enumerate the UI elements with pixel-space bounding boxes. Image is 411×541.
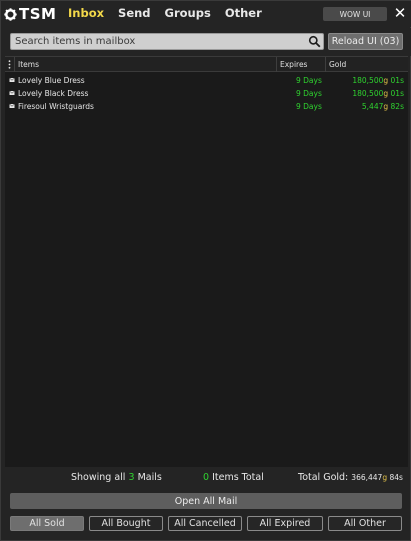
mail-table: Items Expires Gold Lovely Blue Dress 9 D… xyxy=(5,56,408,467)
column-header-gold[interactable]: Gold xyxy=(329,57,346,72)
item-name: Firesoul Wristguards xyxy=(18,102,94,111)
table-header: Items Expires Gold xyxy=(5,57,408,72)
open-all-mail-button[interactable]: Open All Mail xyxy=(10,493,402,509)
wow-ui-button[interactable]: WOW UI xyxy=(323,7,387,21)
mail-count-text: Showing all 3 Mails xyxy=(71,472,162,483)
all-other-button[interactable]: All Other xyxy=(328,516,402,531)
mail-summary: Showing all 3 Mails 0 Items Total Total … xyxy=(1,469,411,487)
reload-ui-button[interactable]: Reload UI (03) xyxy=(328,33,403,50)
all-expired-button[interactable]: All Expired xyxy=(247,516,323,531)
all-sold-button[interactable]: All Sold xyxy=(10,516,84,531)
table-row[interactable]: Lovely Black Dress 9 Days 180,500g 01s xyxy=(5,87,408,100)
logo-text: TSM xyxy=(19,5,57,23)
search-icon[interactable] xyxy=(308,35,321,48)
tsm-logo: TSM xyxy=(4,5,56,23)
search-box[interactable] xyxy=(10,33,324,50)
gear-icon xyxy=(4,7,17,21)
column-divider xyxy=(325,57,326,72)
mail-icon xyxy=(9,77,15,82)
tab-groups[interactable]: Groups xyxy=(165,6,211,20)
column-header-expires[interactable]: Expires xyxy=(280,57,307,72)
tab-inbox[interactable]: Inbox xyxy=(68,6,104,20)
item-expires: 9 Days xyxy=(296,102,322,111)
item-gold: 180,500g 01s xyxy=(352,89,404,98)
item-gold: 180,500g 01s xyxy=(352,76,404,85)
all-cancelled-button[interactable]: All Cancelled xyxy=(168,516,242,531)
close-icon[interactable]: ✕ xyxy=(393,4,407,22)
table-row[interactable]: Firesoul Wristguards 9 Days 5,447g 82s xyxy=(5,100,408,113)
more-options-icon[interactable] xyxy=(8,60,11,69)
column-header-items[interactable]: Items xyxy=(18,57,39,72)
search-input[interactable] xyxy=(15,34,305,49)
item-name: Lovely Black Dress xyxy=(18,89,89,98)
item-expires: 9 Days xyxy=(296,76,322,85)
mail-icon xyxy=(9,103,15,108)
tab-other[interactable]: Other xyxy=(225,6,262,20)
item-gold: 5,447g 82s xyxy=(361,102,404,111)
item-name: Lovely Blue Dress xyxy=(18,76,85,85)
tsm-mail-window: TSM Inbox Send Groups Other WOW UI ✕ Rel… xyxy=(0,0,411,541)
all-bought-button[interactable]: All Bought xyxy=(89,516,163,531)
item-expires: 9 Days xyxy=(296,89,322,98)
title-bar: TSM Inbox Send Groups Other WOW UI ✕ xyxy=(1,1,411,27)
main-tabs: Inbox Send Groups Other xyxy=(68,6,276,20)
search-row: Reload UI (03) xyxy=(1,28,411,56)
total-gold-text: Total Gold: 366,447g 84s xyxy=(298,472,403,483)
mail-icon xyxy=(9,90,15,95)
table-row[interactable]: Lovely Blue Dress 9 Days 180,500g 01s xyxy=(5,74,408,87)
items-total-text: 0 Items Total xyxy=(203,472,264,483)
column-divider xyxy=(14,57,15,72)
tab-send[interactable]: Send xyxy=(118,6,151,20)
column-divider xyxy=(276,57,277,72)
